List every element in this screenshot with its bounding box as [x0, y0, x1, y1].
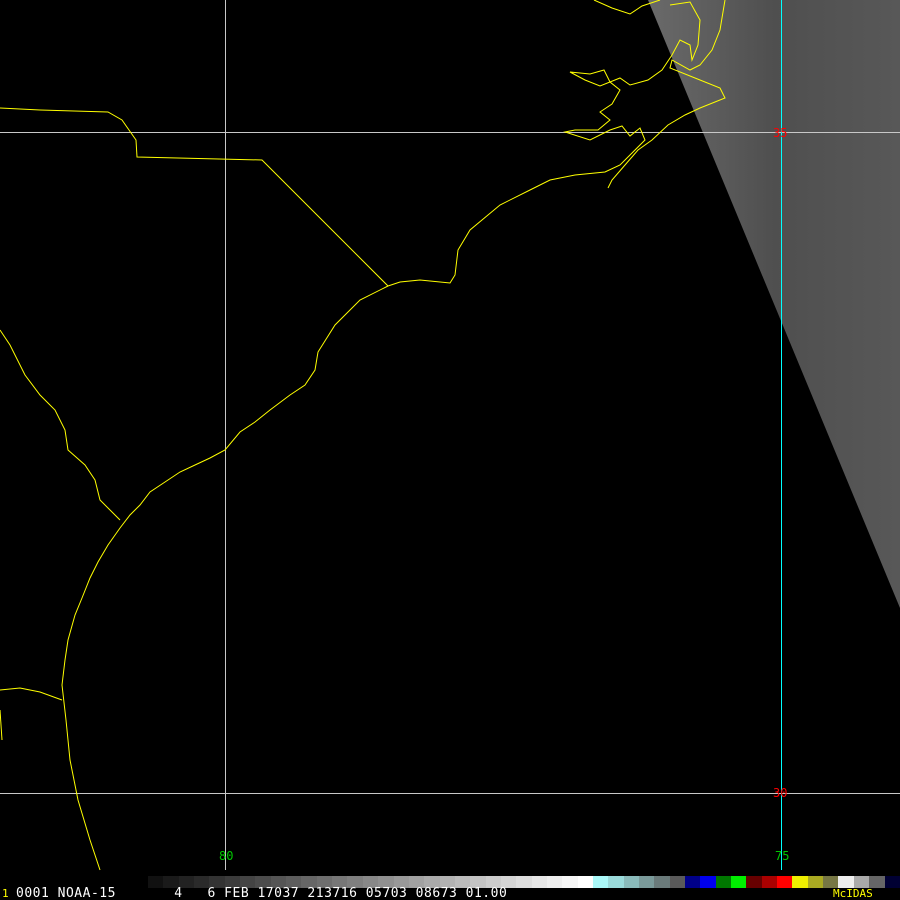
- color-bar-segment: [669, 876, 686, 888]
- color-bar-segment: [592, 876, 609, 888]
- lon-label-75: 75: [775, 849, 790, 863]
- color-bar-segment: [685, 876, 701, 888]
- color-bar-segment: [623, 876, 639, 888]
- satellite-image: [0, 0, 900, 871]
- satellite-swath: [648, 0, 900, 608]
- color-bar-segment: [761, 876, 778, 888]
- color-bar-segment: [700, 876, 716, 888]
- color-bar-segment: [516, 876, 532, 888]
- color-bar-segment: [608, 876, 624, 888]
- color-bar-segment: [639, 876, 655, 888]
- color-bar-segment: [715, 876, 732, 888]
- color-bar-segment: [807, 876, 824, 888]
- color-bar-segment: [654, 876, 670, 888]
- lat-label-30: 30: [773, 786, 788, 800]
- lon-label-80: 80: [219, 849, 234, 863]
- coastline-map: [0, 0, 726, 871]
- color-bar-segment: [562, 876, 578, 888]
- lat-label-35: 35: [773, 126, 788, 140]
- color-bar-segment: [884, 876, 900, 888]
- color-bar-segment: [792, 876, 808, 888]
- satellite-image-viewer: 35 30 80 75 1 0001 NOAA-15 4 6 FEB 17037…: [0, 0, 900, 900]
- color-bar-segment: [531, 876, 547, 888]
- color-bar-segment: [731, 876, 747, 888]
- mcidas-brand: McIDAS: [833, 887, 873, 900]
- frame-number: 1: [2, 887, 9, 900]
- color-bar-segment: [546, 876, 563, 888]
- color-bar-segment: [746, 876, 762, 888]
- image-info-line: 0001 NOAA-15 4 6 FEB 17037 213716 05703 …: [16, 886, 508, 900]
- color-bar-segment: [777, 876, 793, 888]
- color-bar-segment: [577, 876, 593, 888]
